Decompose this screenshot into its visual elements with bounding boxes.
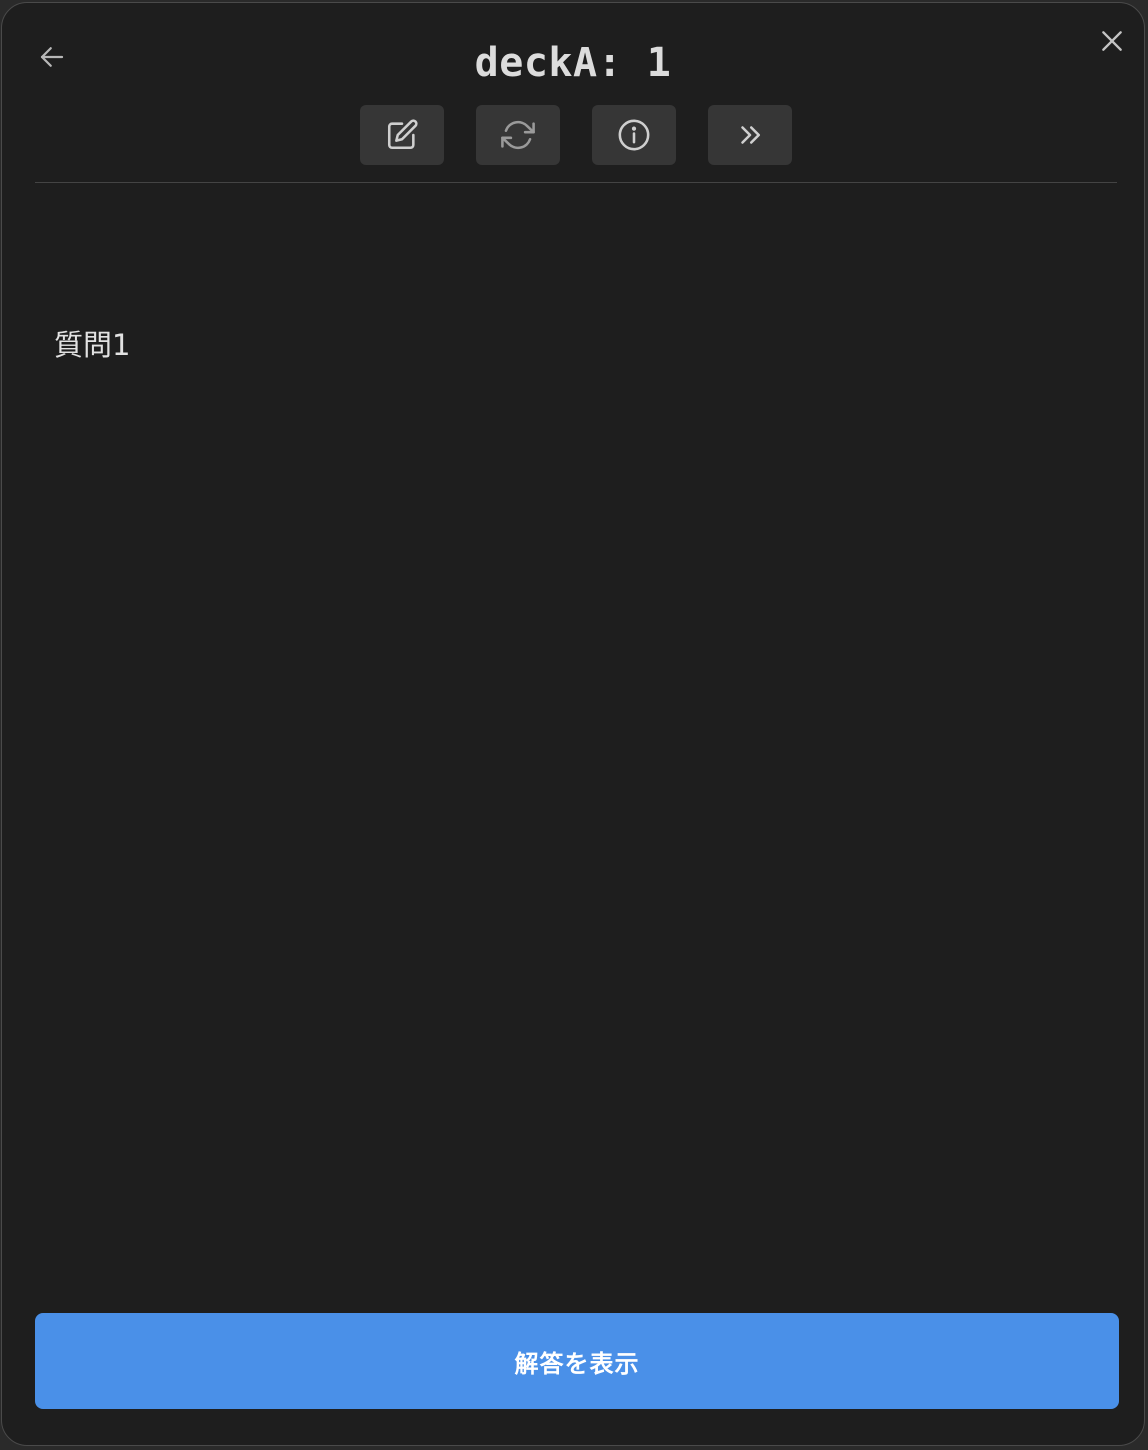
skip-forward-icon [741, 126, 760, 144]
close-icon [1102, 31, 1122, 51]
card-question: 質問1 [54, 328, 131, 362]
show-answer-button[interactable]: 解答を表示 [35, 1313, 1119, 1409]
card-toolbar [360, 105, 792, 165]
info-icon [618, 119, 650, 151]
close-button[interactable] [1092, 21, 1132, 61]
skip-button[interactable] [708, 105, 792, 165]
refresh-icon [501, 120, 535, 150]
edit-button[interactable] [360, 105, 444, 165]
page-title: deckA: 1 [474, 40, 672, 86]
header-divider [35, 182, 1117, 183]
edit-icon [387, 119, 418, 150]
refresh-button[interactable] [476, 105, 560, 165]
flashcard-modal: deckA: 1 質問1 解答を表示 [1, 2, 1145, 1446]
info-button[interactable] [592, 105, 676, 165]
